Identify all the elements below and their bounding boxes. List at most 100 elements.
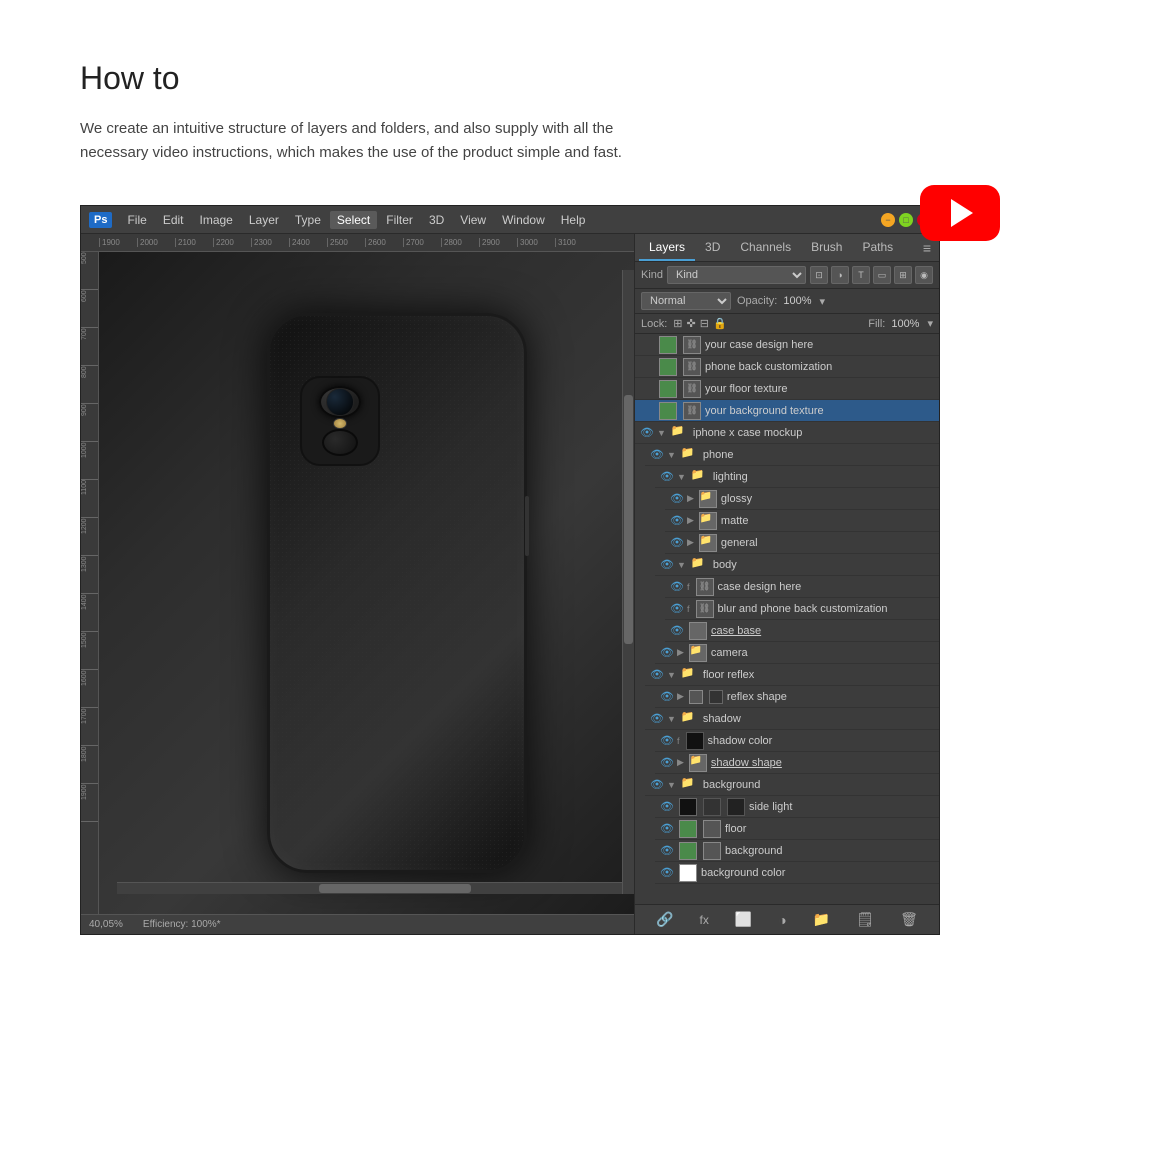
expand-icon[interactable]: ▶ bbox=[677, 757, 684, 768]
menu-window[interactable]: Window bbox=[495, 211, 552, 229]
layer-row-folder[interactable]: 👁 ▼ 📁 floor reflex bbox=[645, 664, 939, 686]
maximize-button[interactable]: □ bbox=[899, 213, 913, 227]
layer-row-folder[interactable]: 👁 ▶ 📁 matte bbox=[665, 510, 939, 532]
menu-edit[interactable]: Edit bbox=[156, 211, 191, 229]
visibility-icon[interactable]: 👁 bbox=[669, 513, 685, 529]
expand-icon[interactable]: ▼ bbox=[667, 450, 676, 460]
menu-view[interactable]: View bbox=[453, 211, 493, 229]
youtube-play-button[interactable] bbox=[920, 185, 1000, 241]
layer-row[interactable]: ⛓ your floor texture bbox=[635, 378, 939, 400]
expand-icon[interactable]: ▶ bbox=[687, 515, 694, 526]
expand-icon[interactable]: ▼ bbox=[677, 472, 686, 482]
fill-arrow[interactable]: ▾ bbox=[927, 317, 933, 330]
layer-row[interactable]: 👁 background color bbox=[655, 862, 939, 884]
expand-icon[interactable]: ▶ bbox=[687, 493, 694, 504]
visibility-icon[interactable] bbox=[639, 359, 655, 375]
layer-row-folder[interactable]: 👁 ▼ 📁 iphone x case mockup bbox=[635, 422, 939, 444]
layer-row[interactable]: 👁 side light bbox=[655, 796, 939, 818]
canvas-scrollbar-vertical[interactable] bbox=[622, 270, 634, 894]
filter-type-icon[interactable]: T bbox=[852, 266, 870, 284]
visibility-icon[interactable]: 👁 bbox=[649, 667, 665, 683]
layer-row-folder[interactable]: 👁 ▼ 📁 phone bbox=[645, 444, 939, 466]
layer-row-folder[interactable]: 👁 ▼ 📁 shadow bbox=[645, 708, 939, 730]
new-group-icon[interactable]: 📁 bbox=[813, 911, 830, 928]
tab-layers[interactable]: Layers bbox=[639, 234, 695, 261]
layer-row[interactable]: 👁 f ⛓ blur and phone back customization bbox=[665, 598, 939, 620]
expand-icon[interactable]: ▼ bbox=[657, 428, 666, 438]
opacity-arrow[interactable]: ▾ bbox=[820, 295, 826, 308]
visibility-icon[interactable]: 👁 bbox=[649, 447, 665, 463]
visibility-icon[interactable]: 👁 bbox=[649, 711, 665, 727]
visibility-icon[interactable]: 👁 bbox=[669, 623, 685, 639]
layer-row[interactable]: 👁 background bbox=[655, 840, 939, 862]
layer-row[interactable]: 👁 f shadow color bbox=[655, 730, 939, 752]
layer-row-folder[interactable]: 👁 ▶ 📁 camera bbox=[655, 642, 939, 664]
expand-icon[interactable]: ▼ bbox=[677, 560, 686, 570]
layer-row[interactable]: 👁 floor bbox=[655, 818, 939, 840]
layer-row-folder[interactable]: 👁 ▼ 📁 lighting bbox=[655, 466, 939, 488]
layer-row[interactable]: 👁 case base bbox=[665, 620, 939, 642]
layer-row-folder[interactable]: 👁 ▶ 📁 general bbox=[665, 532, 939, 554]
filter-adjust-icon[interactable]: ◑ bbox=[831, 266, 849, 284]
visibility-icon[interactable]: 👁 bbox=[649, 777, 665, 793]
lock-pixel-icon[interactable]: ⊞ bbox=[673, 317, 682, 330]
visibility-icon[interactable]: 👁 bbox=[659, 821, 675, 837]
layer-row[interactable]: ⛓ phone back customization bbox=[635, 356, 939, 378]
visibility-icon[interactable]: 👁 bbox=[639, 425, 655, 441]
visibility-icon[interactable]: 👁 bbox=[659, 469, 675, 485]
layer-row-folder[interactable]: 👁 ▶ 📁 glossy bbox=[665, 488, 939, 510]
canvas-scrollbar-horizontal[interactable] bbox=[117, 882, 622, 894]
tab-paths[interactable]: Paths bbox=[852, 234, 903, 261]
visibility-icon[interactable]: 👁 bbox=[659, 733, 675, 749]
expand-icon[interactable]: ▼ bbox=[667, 714, 676, 724]
layer-row-folder[interactable]: 👁 ▶ 📁 shadow shape bbox=[655, 752, 939, 774]
menu-layer[interactable]: Layer bbox=[242, 211, 286, 229]
layer-row[interactable]: ⛓ your case design here bbox=[635, 334, 939, 356]
layer-row-folder[interactable]: 👁 ▼ 📁 body bbox=[655, 554, 939, 576]
tab-3d[interactable]: 3D bbox=[695, 234, 730, 261]
tab-brush[interactable]: Brush bbox=[801, 234, 852, 261]
menu-image[interactable]: Image bbox=[193, 211, 240, 229]
filter-kind-select[interactable]: Kind bbox=[667, 266, 806, 284]
visibility-icon[interactable] bbox=[639, 381, 655, 397]
filter-pixel-icon[interactable]: ⊡ bbox=[810, 266, 828, 284]
lock-all-icon[interactable]: 🔒 bbox=[713, 317, 727, 330]
minimize-button[interactable]: − bbox=[881, 213, 895, 227]
add-mask-icon[interactable]: ⬜ bbox=[735, 911, 752, 928]
expand-icon[interactable]: ▶ bbox=[677, 691, 684, 702]
visibility-icon[interactable]: 👁 bbox=[659, 645, 675, 661]
visibility-icon[interactable] bbox=[639, 403, 655, 419]
new-layer-icon[interactable]: 🗒 bbox=[856, 911, 874, 928]
expand-icon[interactable]: ▼ bbox=[667, 670, 676, 680]
visibility-icon[interactable]: 👁 bbox=[669, 579, 685, 595]
menu-3d[interactable]: 3D bbox=[422, 211, 451, 229]
filter-smart-icon[interactable]: ⊞ bbox=[894, 266, 912, 284]
visibility-icon[interactable]: 👁 bbox=[659, 865, 675, 881]
layer-row[interactable]: 👁 f ⛓ case design here bbox=[665, 576, 939, 598]
expand-icon[interactable]: ▼ bbox=[667, 780, 676, 790]
visibility-icon[interactable]: 👁 bbox=[669, 601, 685, 617]
layer-row-selected[interactable]: ⛓ your background texture bbox=[635, 400, 939, 422]
menu-select[interactable]: Select bbox=[330, 211, 377, 229]
visibility-icon[interactable]: 👁 bbox=[669, 491, 685, 507]
filter-shape-icon[interactable]: ▭ bbox=[873, 266, 891, 284]
lock-move-icon[interactable]: ✜ bbox=[687, 317, 696, 330]
delete-layer-icon[interactable]: 🗑 bbox=[900, 911, 918, 928]
menu-filter[interactable]: Filter bbox=[379, 211, 420, 229]
visibility-icon[interactable]: 👁 bbox=[659, 689, 675, 705]
menu-help[interactable]: Help bbox=[554, 211, 593, 229]
blend-mode-select[interactable]: Normal bbox=[641, 292, 731, 310]
layer-row-folder[interactable]: 👁 ▼ 📁 background bbox=[645, 774, 939, 796]
link-layers-icon[interactable]: 🔗 bbox=[656, 911, 673, 928]
filter-toggle-icon[interactable]: ◉ bbox=[915, 266, 933, 284]
add-fx-icon[interactable]: fx bbox=[699, 913, 708, 927]
visibility-icon[interactable]: 👁 bbox=[659, 799, 675, 815]
lock-artboard-icon[interactable]: ⊟ bbox=[700, 317, 709, 330]
adjustment-layer-icon[interactable]: ◑ bbox=[778, 912, 786, 928]
visibility-icon[interactable] bbox=[639, 337, 655, 353]
expand-icon[interactable]: ▶ bbox=[677, 647, 684, 658]
menu-type[interactable]: Type bbox=[288, 211, 328, 229]
expand-icon[interactable]: ▶ bbox=[687, 537, 694, 548]
tab-channels[interactable]: Channels bbox=[730, 234, 801, 261]
menu-file[interactable]: File bbox=[120, 211, 153, 229]
